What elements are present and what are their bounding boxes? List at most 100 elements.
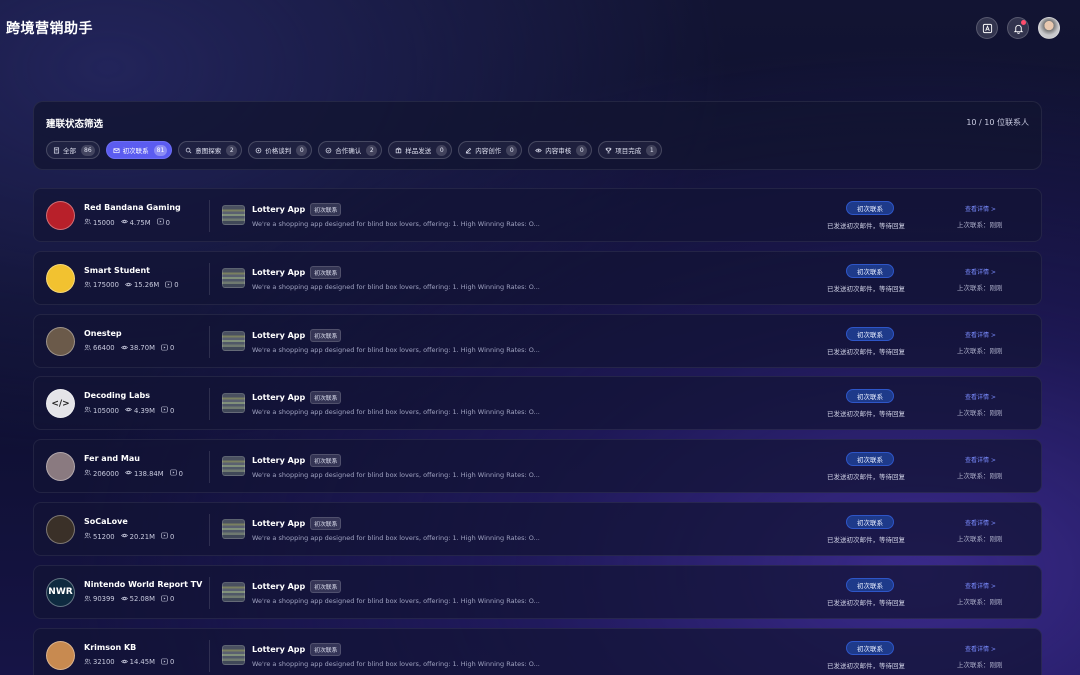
- contact-row[interactable]: Red Bandana Gaming 15000 4.75M 0 Lottery App…: [33, 188, 1042, 242]
- contact-row[interactable]: Onestep 66400 38.70M 0 Lottery App 初次联系 We're …: [33, 313, 1042, 368]
- filter-chip[interactable]: 合作确认 2: [318, 141, 383, 159]
- contact-row[interactable]: Fer and Mau 206000 138.84M 0 Lottery App 初次联系…: [33, 439, 1042, 494]
- campaign-description: We're a shopping app designed for blind …: [252, 659, 540, 668]
- view-details-link[interactable]: 查看详情 >: [965, 644, 996, 653]
- contact-stats: 175000 15.26M 0: [84, 281, 179, 290]
- views-icon: [120, 218, 128, 227]
- filter-chip-count: 2: [226, 144, 238, 156]
- filter-chip-count: 81: [153, 144, 168, 156]
- row-divider: [209, 262, 210, 295]
- contact-name: Decoding Labs: [84, 391, 150, 401]
- campaign-thumbnail: [222, 205, 245, 225]
- videos-count: 0: [178, 469, 183, 478]
- campaign-name: Lottery App: [252, 519, 306, 528]
- campaign-description: We're a shopping app designed for blind …: [252, 220, 540, 228]
- contact-row[interactable]: NWR Nintendo World Report TV 90399 52.08M 0 L…: [33, 564, 1042, 619]
- filter-chip-label: 内容审核: [545, 147, 572, 155]
- filter-chip[interactable]: 意图探索 2: [178, 141, 243, 159]
- videos-count: 0: [169, 406, 175, 415]
- last-contact: 上次联系：刚刚: [957, 221, 1003, 229]
- campaign-name: Lottery App: [252, 393, 306, 403]
- last-contact: 上次联系：刚刚: [957, 283, 1003, 292]
- status-text: 已发送初次邮件，等待回复: [827, 347, 905, 356]
- row-divider: [209, 451, 210, 484]
- status-badge: 初次联系: [846, 640, 894, 655]
- filter-chip[interactable]: 样品发送 0: [388, 141, 453, 159]
- status-badge: 初次联系: [846, 515, 894, 529]
- filter-chip[interactable]: 价格谈判 0: [248, 141, 313, 159]
- user-avatar[interactable]: [1038, 17, 1060, 39]
- check-circle-icon: [325, 147, 332, 154]
- contact-stats: 32100 14.45M 0: [84, 658, 174, 667]
- contact-avatar: [46, 326, 75, 356]
- filter-chip-count: 2: [366, 144, 378, 156]
- followers-icon: [84, 406, 91, 415]
- videos-count: 0: [169, 532, 175, 541]
- view-details-link[interactable]: 查看详情 >: [965, 267, 996, 276]
- status-text: 已发送初次邮件，等待回复: [827, 284, 905, 293]
- view-details-link[interactable]: 查看详情 >: [965, 518, 996, 527]
- contact-row[interactable]: SoCaLove 51200 20.21M 0 Lottery App 初次联系 We're…: [33, 502, 1042, 556]
- top-actions: [976, 17, 1060, 39]
- contact-stats: 90399 52.08M 0: [84, 595, 174, 604]
- campaign-stage-tag: 初次联系: [310, 517, 342, 530]
- translate-button[interactable]: [976, 17, 998, 39]
- status-text: 已发送初次邮件，等待回复: [827, 598, 905, 607]
- filter-chip-count: 0: [436, 144, 448, 156]
- campaign-thumbnail: [222, 267, 245, 288]
- views-icon: [120, 532, 128, 541]
- last-contact: 上次联系：刚刚: [957, 472, 1003, 481]
- view-details-link[interactable]: 查看详情 >: [965, 204, 996, 213]
- views-count: 138.84M: [133, 469, 164, 478]
- followers-icon: [84, 344, 91, 353]
- view-details-link[interactable]: 查看详情 >: [965, 392, 996, 401]
- status-text: 已发送初次邮件，等待回复: [827, 222, 905, 230]
- list-icon: [53, 147, 60, 154]
- filter-chip[interactable]: 初次联系 81: [105, 141, 173, 159]
- row-divider: [209, 514, 210, 546]
- pen-icon: [465, 147, 472, 154]
- views-icon: [120, 595, 128, 604]
- campaign-description: We're a shopping app designed for blind …: [252, 534, 540, 542]
- filter-chip[interactable]: 内容审核 0: [528, 141, 593, 159]
- last-contact: 上次联系：刚刚: [957, 535, 1003, 543]
- contact-stats: 15000 4.75M 0: [84, 218, 170, 227]
- campaign-name: Lottery App: [252, 581, 306, 591]
- filter-chip-count: 0: [296, 144, 308, 156]
- notification-button[interactable]: [1007, 17, 1029, 39]
- view-details-link[interactable]: 查看详情 >: [965, 455, 996, 464]
- mail-icon: [113, 147, 120, 154]
- app-title: 跨境营销助手: [6, 21, 93, 37]
- view-details-link[interactable]: 查看详情 >: [965, 330, 996, 339]
- views-count: 52.08M: [129, 595, 155, 604]
- row-divider: [209, 576, 210, 609]
- contact-row[interactable]: Krimson KB 32100 14.45M 0 Lottery App 初次联系 We'…: [33, 627, 1042, 675]
- views-count: 4.39M: [133, 406, 155, 415]
- video-icon: [157, 218, 164, 227]
- contact-stats: 105000 4.39M 0: [84, 406, 174, 415]
- contact-row[interactable]: Smart Student 175000 15.26M 0 Lottery App 初次联…: [33, 250, 1042, 305]
- status-badge: 初次联系: [846, 577, 894, 592]
- followers-count: 206000: [93, 469, 119, 478]
- views-count: 38.70M: [129, 344, 155, 353]
- filter-chip-label: 项目完成: [615, 147, 642, 155]
- campaign-title: Lottery App 初次联系: [252, 203, 342, 216]
- view-details-link[interactable]: 查看详情 >: [965, 581, 996, 590]
- filter-panel: 建联状态筛选 10 / 10 位联系人 全部 86 初次联系 81 意图探索 2 价格谈判 0…: [33, 101, 1042, 170]
- contact-name: Onestep: [84, 328, 122, 338]
- contact-row[interactable]: </> Decoding Labs 105000 4.39M 0 Lottery App 初…: [33, 376, 1042, 431]
- contact-name: Nintendo World Report TV: [84, 579, 203, 589]
- campaign-name: Lottery App: [252, 644, 306, 654]
- followers-count: 66400: [93, 344, 115, 353]
- notification-dot: [1021, 20, 1026, 25]
- video-icon: [165, 281, 172, 290]
- filter-chip[interactable]: 项目完成 1: [598, 141, 663, 159]
- filter-chip-label: 样品发送: [405, 147, 432, 155]
- filter-chip[interactable]: 内容创作 0: [458, 141, 523, 159]
- campaign-thumbnail: [222, 519, 245, 539]
- filter-chip[interactable]: 全部 86: [46, 141, 100, 159]
- followers-count: 175000: [93, 281, 119, 290]
- filter-chip-label: 合作确认: [335, 147, 362, 155]
- views-icon: [125, 406, 132, 415]
- campaign-name: Lottery App: [252, 456, 306, 466]
